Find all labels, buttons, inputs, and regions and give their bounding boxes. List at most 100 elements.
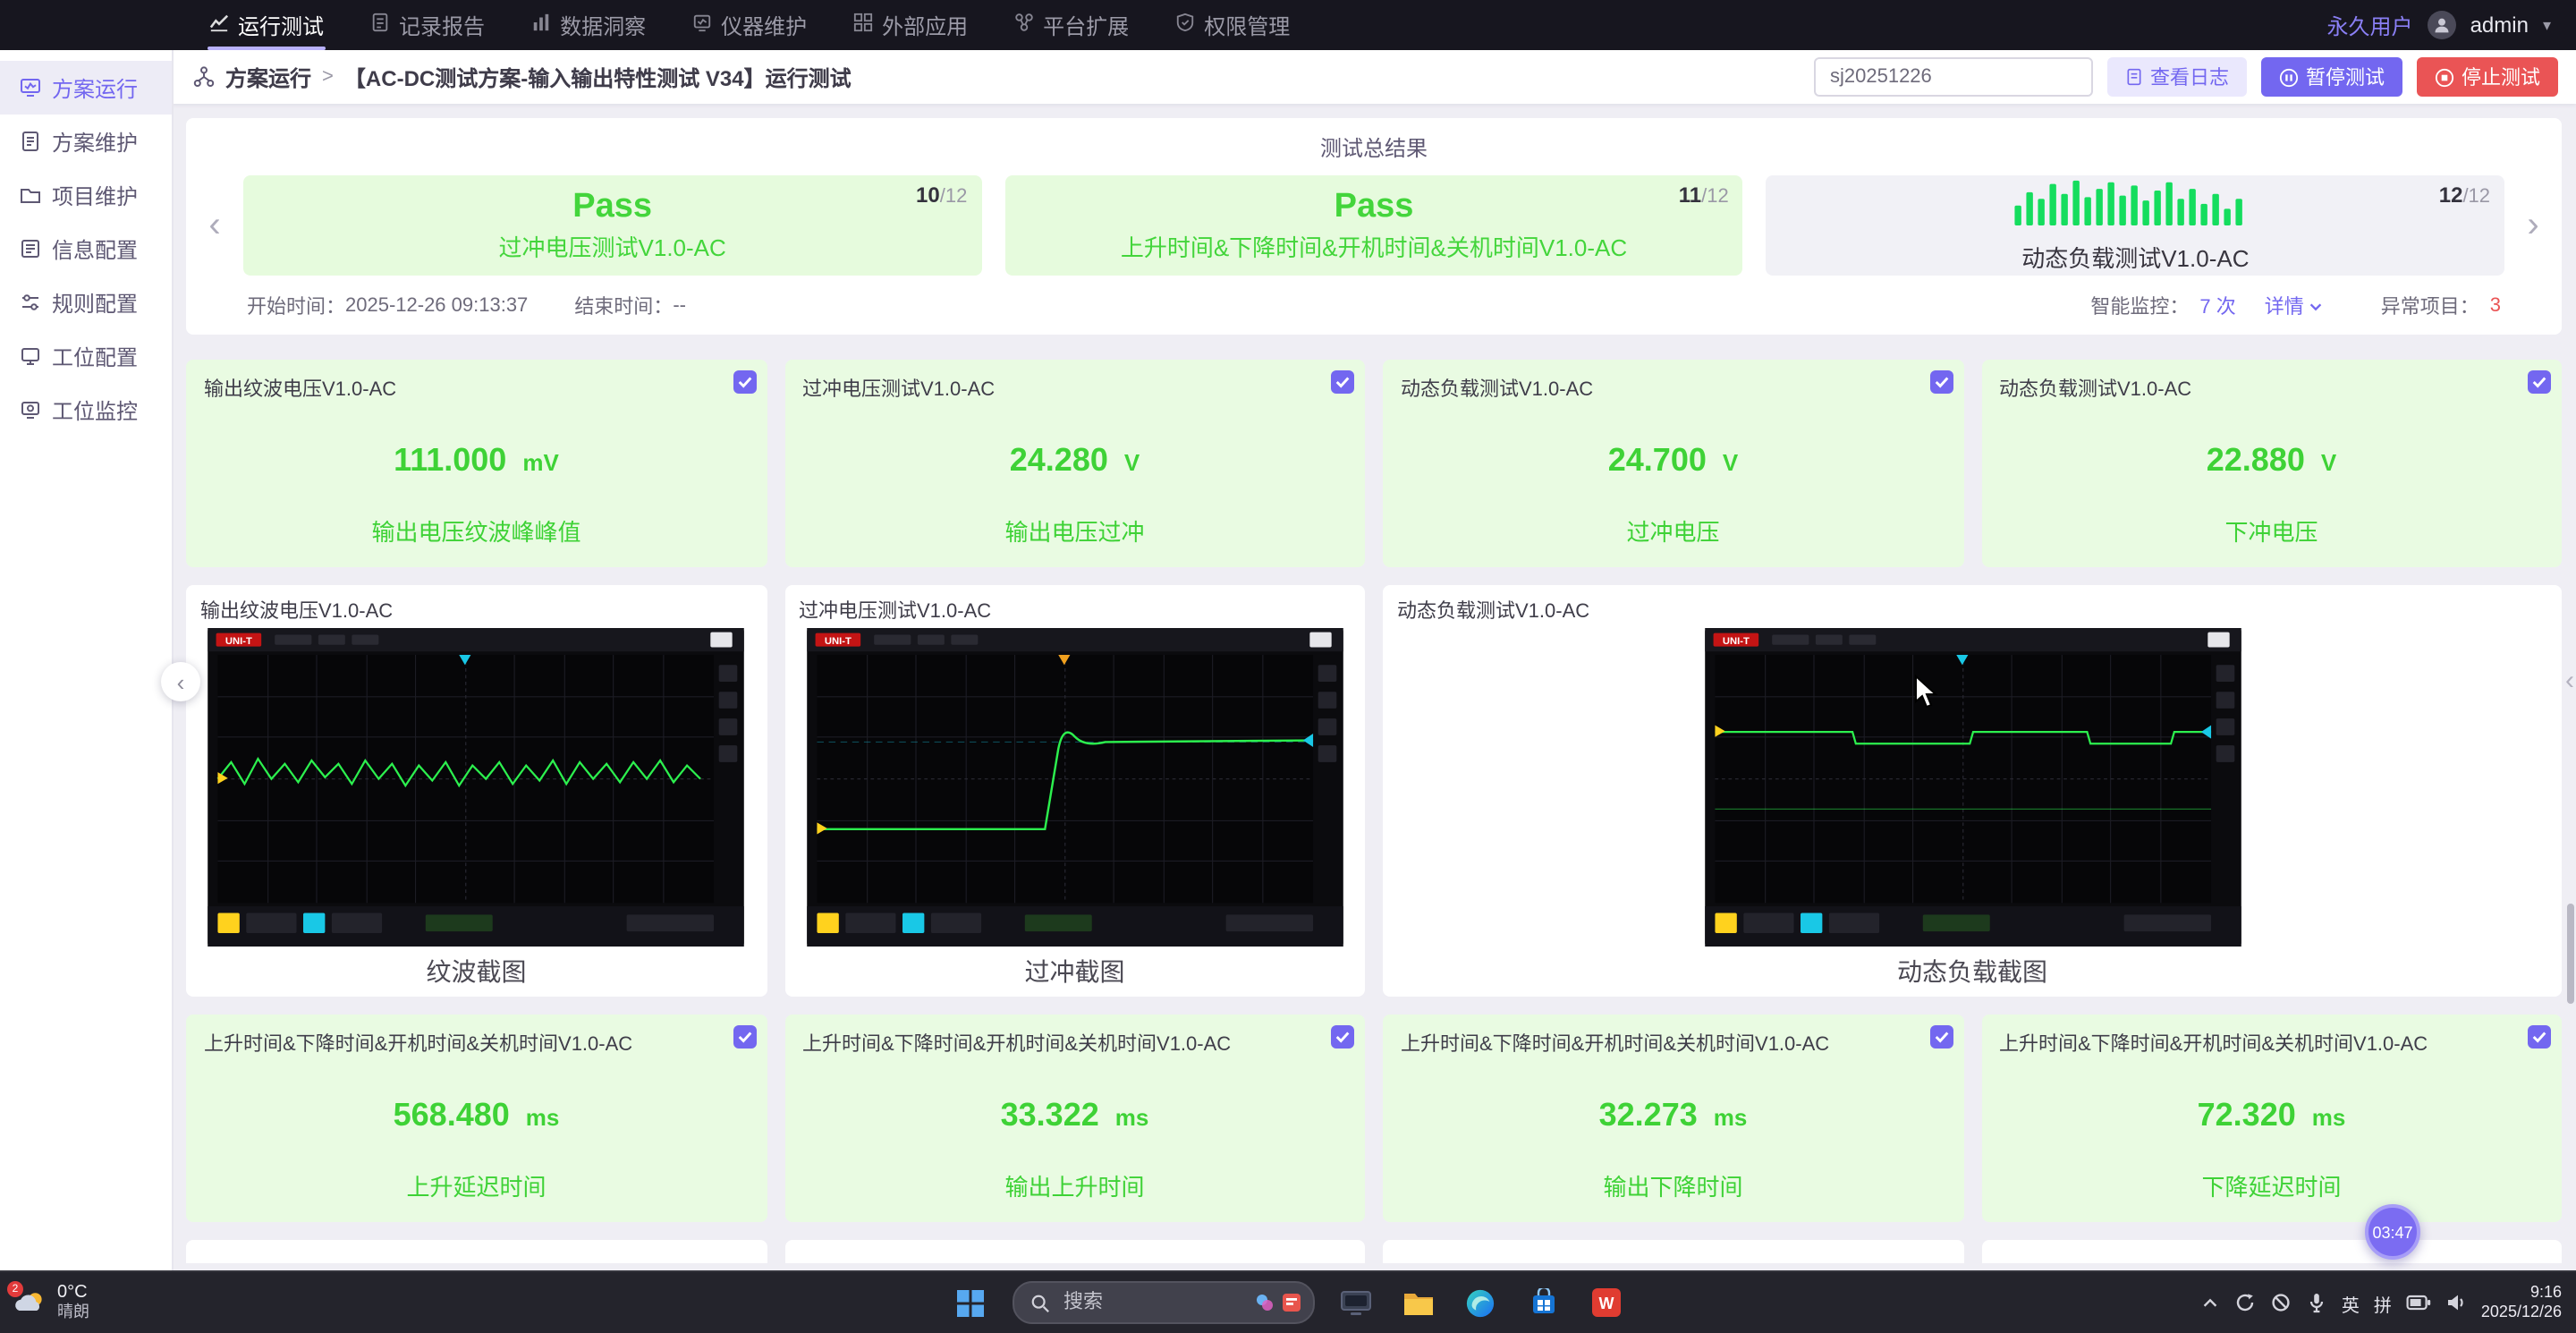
plan-run-icon: [21, 79, 40, 97]
data-insight-icon: [531, 13, 551, 38]
select-checkbox[interactable]: [1929, 370, 1953, 394]
wps-office-icon[interactable]: W: [1584, 1281, 1627, 1324]
right-panel-handle[interactable]: ‹: [2565, 666, 2574, 696]
nav-tab-run-test[interactable]: 运行测试: [186, 0, 347, 50]
oscilloscope-screenshot[interactable]: UNI-T: [208, 628, 745, 947]
select-checkbox[interactable]: [1331, 1025, 1354, 1049]
taskbar-clock[interactable]: 9:16 2025/12/26: [2481, 1283, 2562, 1322]
nav-tab-data-insight[interactable]: 数据洞察: [508, 0, 669, 50]
platform-extension-icon: [1014, 13, 1034, 38]
tray-expand-icon[interactable]: [2200, 1293, 2220, 1312]
oscilloscope-screenshot[interactable]: UNI-T: [806, 628, 1343, 947]
stop-test-button[interactable]: 停止测试: [2417, 57, 2558, 97]
carousel-next-icon[interactable]: ›: [2519, 175, 2547, 276]
sidebar-item-plan-maintain[interactable]: 方案维护: [0, 115, 172, 168]
summary-carousel: ‹ 10/12 Pass 过冲电压测试V1.0-AC 11/12 Pass 上升…: [200, 175, 2547, 276]
result-status: Pass: [1334, 187, 1414, 225]
sidebar-item-info-config[interactable]: 信息配置: [0, 222, 172, 276]
select-checkbox[interactable]: [733, 370, 756, 394]
nav-tab-instrument[interactable]: 仪器维护: [669, 0, 830, 50]
result-card-overshoot[interactable]: 10/12 Pass 过冲电压测试V1.0-AC: [243, 175, 982, 276]
taskbar-weather-widget[interactable]: 2 0°C 晴朗: [7, 1281, 89, 1322]
sidebar-item-plan-run[interactable]: 方案运行: [0, 61, 172, 115]
measurement-card: 上升时间&下降时间&开机时间&关机时间V1.0-AC 33.322 ms 输出上升…: [784, 1015, 1365, 1222]
svg-text:UNI-T: UNI-T: [824, 636, 851, 647]
taskbar-system-tray: 英 拼 9:16 2025/12/26: [2200, 1283, 2562, 1322]
vertical-scrollbar-thumb[interactable]: [2567, 904, 2574, 1004]
search-highlight-icon: [1256, 1295, 1272, 1311]
partial-card: [1981, 1240, 2562, 1263]
tray-battery-icon[interactable]: [2406, 1294, 2431, 1312]
measurement-title: 上升时间&下降时间&开机时间&关机时间V1.0-AC: [802, 1034, 1232, 1056]
select-checkbox[interactable]: [1331, 370, 1354, 394]
measurement-label: 下冲电压: [2224, 519, 2318, 546]
sidebar-collapse-handle[interactable]: ‹: [161, 662, 200, 701]
tray-microphone-icon[interactable]: [2306, 1292, 2327, 1313]
select-checkbox[interactable]: [1929, 1025, 1953, 1049]
sidebar-item-rule-config[interactable]: 规则配置: [0, 276, 172, 329]
taskbar-search-box[interactable]: [1012, 1281, 1314, 1324]
select-checkbox[interactable]: [2528, 1025, 2551, 1049]
scope-title: 过冲电压测试V1.0-AC: [799, 601, 992, 623]
user-avatar[interactable]: [2427, 11, 2456, 39]
pause-test-button[interactable]: 暂停测试: [2261, 57, 2402, 97]
measurement-card: 动态负载测试V1.0-AC 22.880 V 下冲电压: [1981, 360, 2562, 567]
select-checkbox[interactable]: [733, 1025, 756, 1049]
nav-tab-external-apps[interactable]: 外部应用: [830, 0, 991, 50]
breadcrumb: 方案运行 > 【AC-DC测试方案-输入输出特性测试 V34】运行测试: [193, 62, 852, 92]
test-summary-panel: 测试总结果 ‹ 10/12 Pass 过冲电压测试V1.0-AC 11/12 P…: [186, 118, 2562, 335]
nav-tab-permissions[interactable]: 权限管理: [1152, 0, 1313, 50]
select-checkbox[interactable]: [2528, 370, 2551, 394]
result-index: 10: [916, 183, 940, 208]
measurement-card: 上升时间&下降时间&开机时间&关机时间V1.0-AC 72.320 ms 下降延迟…: [1981, 1015, 2562, 1222]
measurement-card: 上升时间&下降时间&开机时间&关机时间V1.0-AC 32.273 ms 输出下降…: [1383, 1015, 1963, 1222]
header-actions: 查看日志 暂停测试 停止测试: [1814, 57, 2558, 97]
measurement-unit: ms: [2311, 1104, 2346, 1131]
sidebar-item-label: 信息配置: [52, 237, 139, 262]
rule-config-icon: [22, 294, 38, 310]
user-menu-caret-icon[interactable]: ▾: [2543, 15, 2551, 35]
job-number-input[interactable]: [1814, 57, 2093, 97]
view-log-button[interactable]: 查看日志: [2107, 57, 2247, 97]
result-card-dynamic-load[interactable]: 12/12 动态负载测试V1.0-AC: [1766, 175, 2505, 276]
carousel-prev-icon[interactable]: ‹: [200, 175, 229, 276]
report-icon: [370, 13, 390, 38]
nav-tab-platform-extension[interactable]: 平台扩展: [991, 0, 1152, 50]
start-time-value: 2025-12-26 09:13:37: [345, 295, 529, 317]
user-type-label: 永久用户: [2326, 13, 2413, 38]
tray-blocked-icon[interactable]: [2270, 1292, 2292, 1313]
station-monitor-icon: [21, 402, 39, 419]
test-timer-badge[interactable]: 03:47: [2365, 1204, 2420, 1260]
measurement-label: 输出电压纹波峰峰值: [371, 519, 581, 546]
scope-title: 动态负载测试V1.0-AC: [1397, 601, 1590, 623]
ime-language-indicator[interactable]: 英: [2342, 1289, 2360, 1316]
tray-volume-icon[interactable]: [2445, 1292, 2467, 1313]
result-total: /12: [2462, 186, 2491, 208]
tray-sync-icon[interactable]: [2234, 1292, 2256, 1313]
nav-tab-report[interactable]: 记录报告: [347, 0, 508, 50]
breadcrumb-flow-icon: [193, 66, 215, 87]
result-card-rise-fall[interactable]: 11/12 Pass 上升时间&下降时间&开机时间&关机时间V1.0-AC: [1004, 175, 1743, 276]
sidebar-item-station-monitor[interactable]: 工位监控: [0, 383, 172, 437]
result-name: 上升时间&下降时间&开机时间&关机时间V1.0-AC: [1120, 233, 1628, 260]
nav-tab-label: 仪器维护: [721, 13, 808, 38]
microsoft-store-icon[interactable]: [1521, 1281, 1564, 1324]
svg-text:W: W: [1598, 1295, 1614, 1312]
sidebar-item-project-maintain[interactable]: 项目维护: [0, 168, 172, 222]
measurement-value: 32.273: [1598, 1097, 1698, 1133]
result-total: /12: [1701, 186, 1729, 208]
sidebar-item-station-config[interactable]: 工位配置: [0, 329, 172, 383]
breadcrumb-root[interactable]: 方案运行: [225, 62, 311, 92]
detail-link[interactable]: 详情: [2265, 292, 2324, 320]
ime-mode-indicator[interactable]: 拼: [2374, 1289, 2392, 1316]
info-config-icon: [21, 240, 39, 258]
task-view-app-icon[interactable]: [1334, 1281, 1377, 1324]
edge-browser-icon[interactable]: [1459, 1281, 1502, 1324]
running-equalizer-icon: [2001, 178, 2269, 233]
file-explorer-icon[interactable]: [1396, 1281, 1439, 1324]
search-input[interactable]: [1060, 1290, 1217, 1315]
start-button[interactable]: [949, 1281, 992, 1324]
partial-card: [784, 1240, 1365, 1263]
oscilloscope-screenshot[interactable]: UNI-T: [1704, 628, 2241, 947]
measurement-title: 过冲电压测试V1.0-AC: [802, 379, 996, 401]
